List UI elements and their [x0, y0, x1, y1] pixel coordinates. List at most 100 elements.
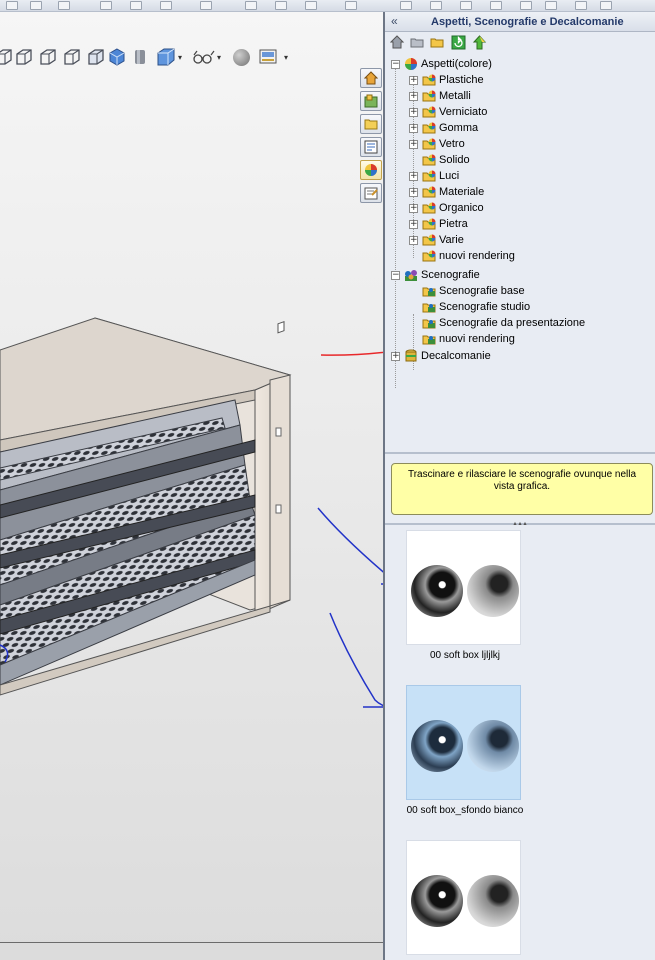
expand-toggle[interactable]: +: [409, 219, 418, 229]
toolbar-button-icon[interactable]: [58, 1, 70, 10]
expand-toggle[interactable]: +: [409, 187, 418, 197]
tree-node-scene-category[interactable]: nuovi rendering: [409, 331, 515, 347]
tree-node-appearance-category[interactable]: + Organico: [409, 200, 484, 216]
up-arrow-icon[interactable]: [472, 35, 487, 50]
toolbar-button-icon[interactable]: [6, 1, 18, 10]
appearance-folder-icon: [422, 250, 436, 262]
tab-solidworks-resources[interactable]: [360, 68, 382, 88]
tab-view-palette[interactable]: [360, 137, 382, 157]
display-style-dropdown-icon[interactable]: ▾: [178, 53, 182, 62]
toolbar-button-icon[interactable]: [30, 1, 42, 10]
tree-node-appearance-category[interactable]: + Varie: [409, 232, 464, 248]
view-settings-dropdown-icon[interactable]: ▾: [284, 53, 288, 62]
edit-appearance-icon[interactable]: [192, 47, 216, 67]
tree-node-appearance-category[interactable]: + Vetro: [409, 136, 465, 152]
toolbar-button-icon[interactable]: [275, 1, 287, 10]
appearance-dropdown-icon[interactable]: ▾: [217, 53, 221, 62]
toolbar-button-icon[interactable]: [200, 1, 212, 10]
matte-sphere-preview: [467, 720, 519, 772]
expand-toggle[interactable]: +: [409, 107, 418, 117]
decals-icon: [405, 349, 417, 362]
toolbar-button-icon[interactable]: [575, 1, 587, 10]
tree-node-scenes[interactable]: − Scenografie: [391, 267, 480, 283]
chrome-sphere-preview: [411, 720, 463, 772]
tree-node-appearance-category[interactable]: + Materiale: [409, 184, 484, 200]
shaded-edges-icon[interactable]: [86, 47, 106, 67]
toolbar-button-icon[interactable]: [160, 1, 172, 10]
toolbar-button-icon[interactable]: [305, 1, 317, 10]
toolbar-button-icon[interactable]: [130, 1, 142, 10]
toolbar-button-icon[interactable]: [545, 1, 557, 10]
toolbar-button-icon[interactable]: [400, 1, 412, 10]
tree-node-appearance-category[interactable]: + Metalli: [409, 88, 471, 104]
appearance-folder-icon: [422, 74, 436, 86]
toolbar-button-icon[interactable]: [460, 1, 472, 10]
toolbar-button-icon[interactable]: [100, 1, 112, 10]
command-toolbar-strip: [0, 0, 655, 12]
expand-toggle[interactable]: +: [409, 171, 418, 181]
scene-thumbnail[interactable]: 00 soft box_sfondo bianco: [385, 685, 655, 825]
refresh-icon[interactable]: [451, 35, 466, 50]
scenes-icon: [405, 270, 417, 281]
expand-toggle[interactable]: +: [409, 203, 418, 213]
tree-node-appearance-category[interactable]: + Verniciato: [409, 104, 487, 120]
hidden-lines-icon[interactable]: [62, 47, 82, 67]
matte-sphere-preview: [467, 565, 519, 617]
expand-toggle[interactable]: +: [409, 123, 418, 133]
expand-toggle[interactable]: +: [409, 139, 418, 149]
toolbar-button-icon[interactable]: [520, 1, 532, 10]
toolbar-button-icon[interactable]: [490, 1, 502, 10]
expand-toggle[interactable]: +: [409, 91, 418, 101]
view-settings-icon[interactable]: [258, 47, 280, 67]
display-style-icon[interactable]: [156, 47, 176, 67]
tree-node-scene-category[interactable]: Scenografie da presentazione: [409, 315, 585, 331]
tree-node-appearance-category[interactable]: Solido: [409, 152, 470, 168]
tree-node-appearance-category[interactable]: + Pietra: [409, 216, 468, 232]
tree-node-label: Pietra: [439, 218, 468, 230]
home-icon[interactable]: [390, 35, 405, 50]
tab-appearances-scenes[interactable]: [360, 160, 382, 180]
wireframe-icon[interactable]: [38, 47, 58, 67]
tab-custom-properties[interactable]: [360, 183, 382, 203]
collapse-pane-button[interactable]: «: [391, 14, 398, 28]
toolbar-button-icon[interactable]: [430, 1, 442, 10]
tree-node-scene-category[interactable]: Scenografie studio: [409, 299, 530, 315]
tree-node-appearance-category[interactable]: + Gomma: [409, 120, 478, 136]
tree-node-appearance-category[interactable]: nuovi rendering: [409, 248, 515, 264]
scene-preview-image[interactable]: [406, 685, 521, 800]
apply-scene-icon[interactable]: [233, 49, 250, 66]
tree-node-decals[interactable]: + Decalcomanie: [391, 348, 491, 364]
scene-thumbnail[interactable]: 00 soft box ljljlkj: [385, 530, 655, 670]
appearances-tree: − Aspetti(colore) + Plastiche + Metalli + Ver…: [385, 54, 655, 452]
toolbar-button-icon[interactable]: [345, 1, 357, 10]
tree-node-label: Aspetti(colore): [421, 58, 492, 70]
view-cube-icon[interactable]: [0, 47, 14, 67]
shaded-icon[interactable]: [107, 47, 127, 67]
tab-file-explorer[interactable]: [360, 114, 382, 134]
toolbar-button-icon[interactable]: [245, 1, 257, 10]
tree-node-appearance-category[interactable]: + Luci: [409, 168, 459, 184]
folder-icon[interactable]: [410, 35, 425, 50]
collapse-toggle[interactable]: −: [391, 59, 400, 69]
tree-node-scene-category[interactable]: Scenografie base: [409, 283, 525, 299]
tree-node-label: Varie: [439, 234, 464, 246]
tab-design-library[interactable]: [360, 91, 382, 111]
tree-node-appearances[interactable]: − Aspetti(colore): [391, 56, 492, 72]
expand-toggle[interactable]: +: [409, 235, 418, 245]
tree-node-appearance-category[interactable]: + Plastiche: [409, 72, 484, 88]
appearances-icon: [365, 164, 377, 176]
scene-preview-image[interactable]: [406, 840, 521, 955]
open-folder-icon[interactable]: [430, 35, 445, 50]
collapse-toggle[interactable]: −: [391, 270, 400, 280]
expand-toggle[interactable]: +: [409, 75, 418, 85]
viewport-bottom-border: [0, 942, 383, 943]
hide-show-icon[interactable]: [130, 47, 150, 67]
appearance-folder-icon: [422, 186, 436, 198]
scene-preview-image[interactable]: [406, 530, 521, 645]
graphics-area[interactable]: ▾ ▾ ▾: [0, 0, 383, 960]
scene-thumbnail[interactable]: 00 soft box_sfondo bianco1: [385, 840, 655, 960]
section-view-icon[interactable]: [14, 47, 34, 67]
toolbar-button-icon[interactable]: [600, 1, 612, 10]
expand-toggle[interactable]: +: [391, 351, 400, 361]
appearance-folder-icon: [422, 202, 436, 214]
